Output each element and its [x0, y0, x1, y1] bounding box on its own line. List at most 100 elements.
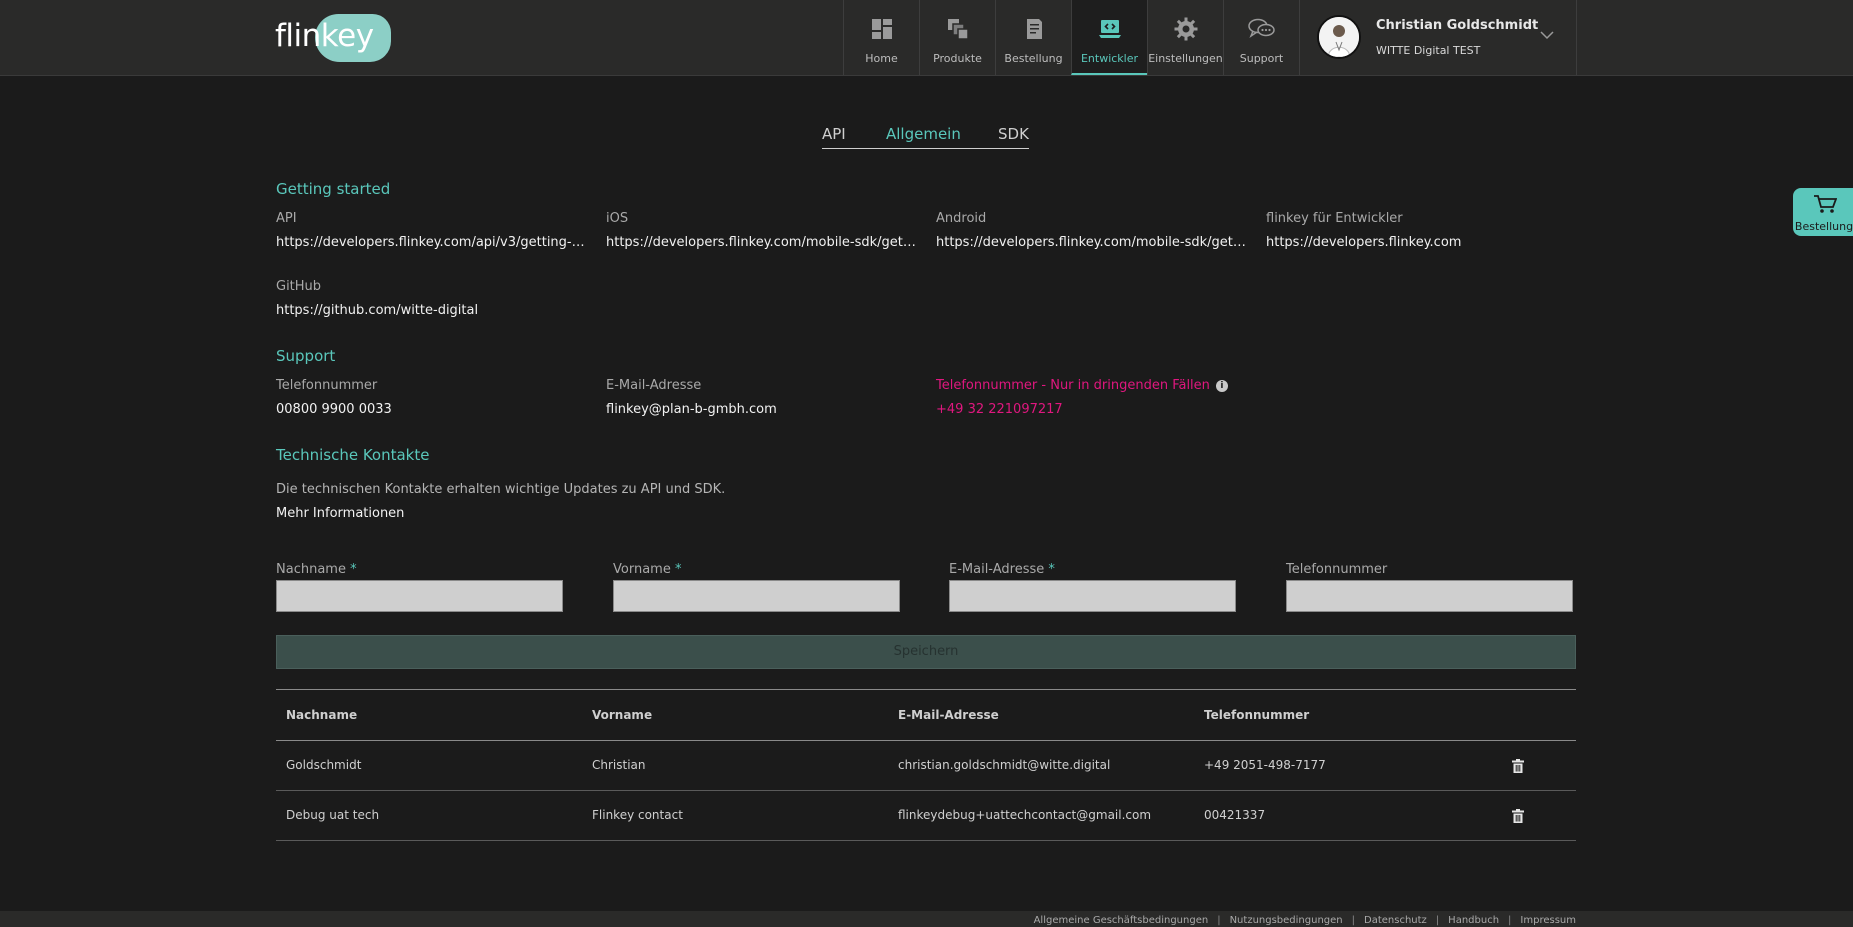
- ios-link[interactable]: https://developers.flinkey.com/mobile-sd…: [606, 235, 916, 250]
- nav-label-einstellungen: Einstellungen: [1148, 52, 1223, 65]
- tab-sdk[interactable]: SDK: [998, 125, 1029, 143]
- urgent-phone-value: +49 32 221097217: [936, 402, 1063, 417]
- footer-links: Allgemeine Geschäftsbedingungen | Nutzun…: [1034, 915, 1576, 926]
- footer-link-handbuch[interactable]: Handbuch: [1448, 915, 1499, 926]
- column-header-lastname[interactable]: Nachname: [286, 708, 357, 722]
- nav-item-entwickler[interactable]: Entwickler: [1071, 0, 1147, 75]
- chevron-down-icon[interactable]: [1540, 28, 1554, 42]
- user-avatar: [1317, 15, 1361, 59]
- developer-laptop-icon: [1099, 20, 1121, 38]
- logo-text: flinkey: [275, 18, 374, 54]
- tab-allgemein[interactable]: Allgemein: [886, 125, 961, 143]
- nav-label-bestellung: Bestellung: [1004, 52, 1063, 65]
- nav-item-bestellung[interactable]: Bestellung: [995, 0, 1071, 75]
- trash-icon[interactable]: [1512, 759, 1524, 773]
- footer-separator: |: [1351, 915, 1355, 926]
- cell-lastname: Goldschmidt: [286, 758, 362, 772]
- lastname-label-text: Nachname: [276, 562, 346, 577]
- nav-label-produkte: Produkte: [933, 52, 982, 65]
- urgent-phone-label-text: Telefonnummer - Nur in dringenden Fällen: [936, 378, 1210, 393]
- main-nav: Home Produkte Bestellung Entwickler Eins…: [843, 0, 1300, 75]
- flinkey-developers-link[interactable]: https://developers.flinkey.com: [1266, 235, 1566, 250]
- lastname-label: Nachname *: [276, 562, 357, 577]
- firstname-label-text: Vorname: [613, 562, 671, 577]
- footer-separator: |: [1508, 915, 1512, 926]
- email-label: E-Mail-Adresse *: [949, 562, 1055, 577]
- column-header-email[interactable]: E-Mail-Adresse: [898, 708, 999, 722]
- side-cart-button[interactable]: Bestellung: [1793, 188, 1853, 236]
- footer-link-impressum[interactable]: Impressum: [1520, 915, 1576, 926]
- phone-input[interactable]: [1286, 580, 1573, 612]
- column-header-phone[interactable]: Telefonnummer: [1204, 708, 1309, 722]
- nav-item-home[interactable]: Home: [843, 0, 919, 75]
- side-cart-label: Bestellung: [1794, 220, 1853, 233]
- save-button[interactable]: Speichern: [276, 635, 1576, 669]
- column-header-firstname[interactable]: Vorname: [592, 708, 652, 722]
- support-email-label: E-Mail-Adresse: [606, 378, 702, 393]
- nav-label-home: Home: [865, 52, 898, 65]
- cell-email: christian.goldschmidt@witte.digital: [898, 758, 1111, 772]
- gear-icon: [1174, 17, 1198, 41]
- products-icon: [948, 19, 969, 40]
- getting-started-title: Getting started: [276, 180, 391, 198]
- android-link[interactable]: https://developers.flinkey.com/mobile-sd…: [936, 235, 1246, 250]
- tab-api[interactable]: API: [822, 125, 846, 143]
- user-name: Christian Goldschmidt: [1376, 18, 1539, 33]
- github-label: GitHub: [276, 279, 322, 294]
- phone-label: Telefonnummer: [1286, 562, 1388, 577]
- developer-tabs: API Allgemein SDK: [822, 124, 1029, 149]
- contacts-table: Nachname Vorname E-Mail-Adresse Telefonn…: [276, 689, 1576, 841]
- cell-email: flinkeydebug+uattechcontact@gmail.com: [898, 808, 1152, 822]
- info-icon[interactable]: i: [1215, 380, 1228, 392]
- footer-link-nutzungsbedingungen[interactable]: Nutzungsbedingungen: [1230, 915, 1343, 926]
- cell-phone: 00421337: [1204, 808, 1266, 822]
- email-label-text: E-Mail-Adresse: [949, 562, 1045, 577]
- trash-icon[interactable]: [1512, 809, 1524, 823]
- required-marker: *: [674, 562, 682, 577]
- nav-label-entwickler: Entwickler: [1080, 52, 1139, 65]
- footer-link-agb[interactable]: Allgemeine Geschäftsbedingungen: [1034, 915, 1209, 926]
- required-marker: *: [1048, 562, 1055, 577]
- user-organization: WITTE Digital TEST: [1376, 44, 1481, 57]
- nav-item-support[interactable]: Support: [1223, 0, 1300, 75]
- api-link[interactable]: https://developers.flinkey.com/api/v3/ge…: [276, 235, 586, 250]
- footer-separator: |: [1217, 915, 1221, 926]
- table-row: Debug uat tech Flinkey contact flinkeyde…: [276, 791, 1576, 841]
- firstname-label: Vorname *: [613, 562, 681, 577]
- firstname-input[interactable]: [613, 580, 900, 612]
- footer: Allgemeine Geschäftsbedingungen | Nutzun…: [0, 911, 1853, 927]
- more-info-link[interactable]: Mehr Informationen: [276, 506, 404, 521]
- support-title: Support: [276, 347, 336, 365]
- technical-contacts-description: Die technischen Kontakte erhalten wichti…: [276, 482, 726, 497]
- ios-label: iOS: [606, 211, 629, 226]
- cell-firstname: Christian: [592, 758, 646, 772]
- cell-firstname: Flinkey contact: [592, 808, 683, 822]
- technical-contacts-title: Technische Kontakte: [276, 446, 430, 464]
- cell-lastname: Debug uat tech: [286, 808, 380, 822]
- email-input[interactable]: [949, 580, 1236, 612]
- footer-link-datenschutz[interactable]: Datenschutz: [1364, 915, 1427, 926]
- required-marker: *: [350, 562, 357, 577]
- shopping-cart-icon: [1814, 195, 1837, 213]
- avatar-person-icon: [1319, 17, 1359, 57]
- support-email-value[interactable]: flinkey@plan-b-gmbh.com: [606, 402, 777, 417]
- urgent-phone-label: Telefonnummer - Nur in dringenden Fällen…: [936, 378, 1228, 393]
- support-phone-label: Telefonnummer: [276, 378, 378, 393]
- table-header: Nachname Vorname E-Mail-Adresse Telefonn…: [276, 690, 1576, 741]
- support-phone-value: 00800 9900 0033: [276, 402, 392, 417]
- flinkey-logo[interactable]: flinkey: [275, 12, 391, 64]
- dashboard-icon: [872, 19, 892, 39]
- nav-label-support: Support: [1239, 52, 1284, 65]
- lastname-input[interactable]: [276, 580, 563, 612]
- order-document-icon: [1027, 19, 1042, 39]
- nav-item-einstellungen[interactable]: Einstellungen: [1147, 0, 1223, 75]
- github-link[interactable]: https://github.com/witte-digital: [276, 303, 586, 318]
- chat-bubbles-icon: [1248, 18, 1275, 38]
- user-menu[interactable]: Christian Goldschmidt WITTE Digital TEST: [1299, 0, 1577, 75]
- top-header: flinkey Home Produkte Bestellung Entwick…: [0, 0, 1853, 76]
- api-label: API: [276, 211, 297, 226]
- nav-item-produkte[interactable]: Produkte: [919, 0, 995, 75]
- flinkey-developers-label: flinkey für Entwickler: [1266, 211, 1403, 226]
- footer-separator: |: [1435, 915, 1440, 926]
- cell-phone: +49 2051-498-7177: [1204, 758, 1326, 772]
